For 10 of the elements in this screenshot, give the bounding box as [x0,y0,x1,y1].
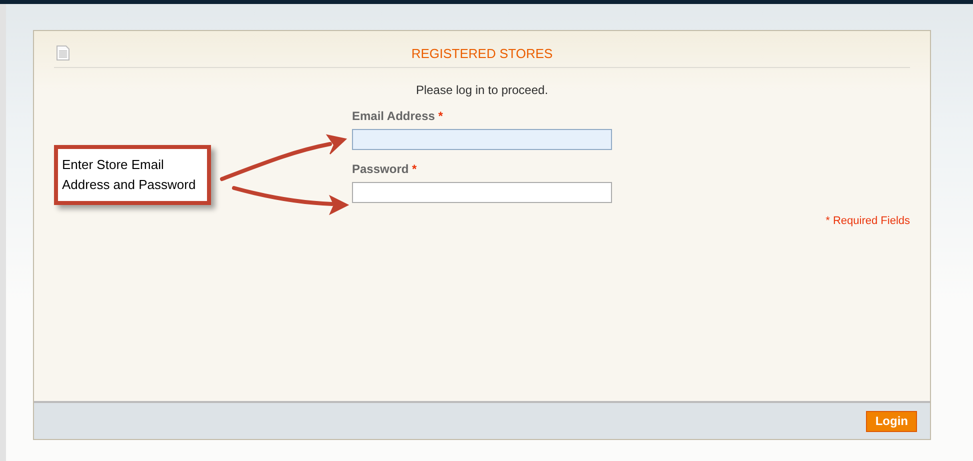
login-button[interactable]: Login [866,410,917,432]
document-icon [56,45,70,61]
intro-text: Please log in to proceed. [414,83,550,97]
input-field[interactable] [352,129,612,150]
required-fields-note: * Required Fields [824,215,910,227]
panel-title: REGISTERED STORES [411,46,553,60]
field-label: Email Address * [352,109,444,123]
input-field[interactable] [352,182,612,203]
annotation-callout: Enter Store Email Address and Password [54,145,211,205]
field-label: Password * [352,162,418,176]
